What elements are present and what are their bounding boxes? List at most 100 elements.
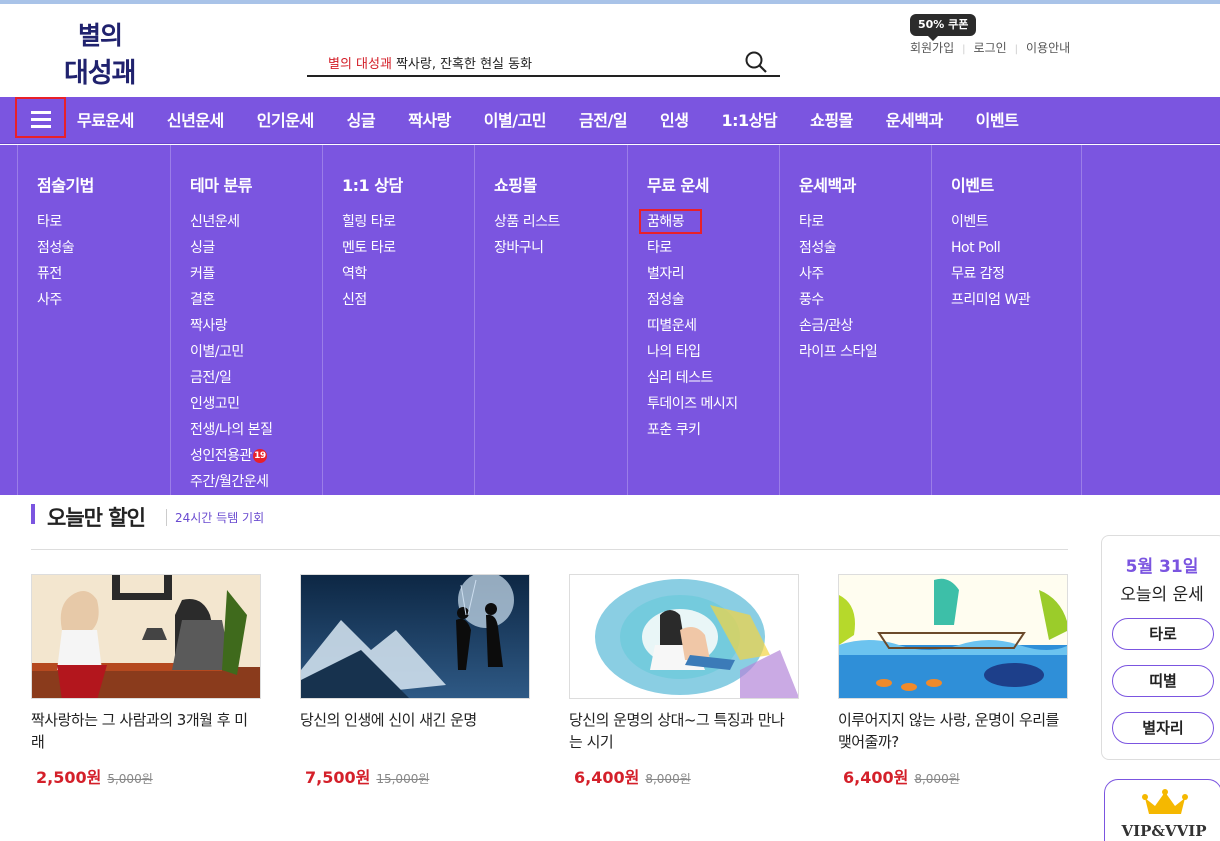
mega-menu-item[interactable]: 타로 [799,209,877,235]
mega-menu-item[interactable]: 별자리 [647,261,738,287]
nav-item[interactable]: 운세백과 [886,97,943,144]
mega-column: 이벤트 이벤트 Hot Poll 무료 감정 프리미엄 W관 [931,145,1082,495]
product-thumbnail[interactable] [300,574,530,699]
vip-label: VIP&VVIP [1121,822,1207,840]
mega-menu-item[interactable]: 인생고민 [190,391,272,417]
mega-menu-item[interactable]: 심리 테스트 [647,365,738,391]
search-keyword[interactable]: 별의 대성괘 짝사랑, 잔혹한 현실 동화 [328,53,532,72]
mega-menu-item[interactable]: 타로 [647,235,738,261]
mega-column: 쇼핑몰 상품 리스트 장바구니 [474,145,627,495]
mega-column-title[interactable]: 1:1 상담 [342,172,403,196]
mega-menu-item[interactable]: 전생/나의 본질 [190,417,273,443]
product-thumbnail[interactable] [569,574,799,699]
mega-menu-item[interactable]: 신점 [342,287,395,313]
mega-menu-item[interactable]: 나의 타입 [647,339,738,365]
nav-item[interactable]: 무료운세 [77,97,134,144]
adult-19-badge-icon: 19 [252,449,267,463]
product-title[interactable]: 이루어지지 않는 사랑, 운명이 우리를 맺어줄까? [838,709,1063,753]
zodiac-animal-button[interactable]: 띠별 [1112,665,1214,697]
mega-menu-item[interactable]: 사주 [799,261,877,287]
mega-column-title[interactable]: 점술기법 [37,172,94,196]
mega-menu-item[interactable]: 이벤트 [951,209,1030,235]
mega-menu-item[interactable]: 점성술 [647,287,738,313]
mega-column-title[interactable]: 쇼핑몰 [494,172,537,196]
nav-item[interactable]: 쇼핑몰 [810,97,853,144]
product-card[interactable]: 이루어지지 않는 사랑, 운명이 우리를 맺어줄까? 6,400원 8,000원 [838,574,1068,787]
mega-menu-item[interactable]: 짝사랑 [190,313,272,339]
hamburger-menu-icon[interactable] [15,97,66,138]
product-title[interactable]: 당신의 운명의 상대~그 특징과 만나는 시기 [569,709,794,753]
product-card[interactable]: 당신의 인생에 신이 새긴 운명 7,500원 15,000원 [300,574,530,787]
mega-menu-item[interactable]: 점성술 [799,235,877,261]
mega-column-title[interactable]: 테마 분류 [190,172,252,196]
mega-menu-item[interactable]: 이별/고민 [190,339,272,365]
product-title[interactable]: 짝사랑하는 그 사람과의 3개월 후 미래 [31,709,256,753]
mega-column: 테마 분류 신년운세 싱글 커플 결혼 짝사랑 이별/고민 금전/일 인생고민 … [170,145,322,495]
nav-item[interactable]: 금전/일 [579,97,628,144]
mega-menu-item[interactable]: 퓨전 [37,261,74,287]
product-thumbnail[interactable] [838,574,1068,699]
mega-menu-item[interactable]: 풍수 [799,287,877,313]
search-bar[interactable]: 별의 대성괘 짝사랑, 잔혹한 현실 동화 [307,47,780,77]
nav-item[interactable]: 인기운세 [257,97,314,144]
mega-menu-item[interactable]: 손금/관상 [799,313,877,339]
divider: | [962,44,966,55]
guide-link[interactable]: 이용안내 [1026,39,1070,56]
search-icon[interactable] [744,50,768,74]
vip-banner[interactable]: VIP&VVIP [1104,779,1220,841]
nav-item[interactable]: 이별/고민 [484,97,547,144]
nav-item[interactable]: 싱글 [347,97,376,144]
product-price: 6,400원 8,000원 [843,764,960,788]
search-keyword-text: 짝사랑, 잔혹한 현실 동화 [395,57,533,72]
product-thumbnail[interactable] [31,574,261,699]
mega-menu-item[interactable]: 금전/일 [190,365,272,391]
sale-price: 6,400원 [574,768,640,787]
mega-menu-item[interactable]: 라이프 스타일 [799,339,878,365]
tarot-button[interactable]: 타로 [1112,618,1214,650]
mega-menu-item[interactable]: 사주 [37,287,74,313]
mega-menu-item[interactable]: 신년운세 [190,209,272,235]
mega-menu-item[interactable]: 주간/월간운세 [190,469,272,495]
mega-menu-item-highlighted[interactable]: 꿈해몽 [639,209,738,235]
mega-menu-item[interactable]: 힐링 타로 [342,209,396,235]
coupon-badge[interactable]: 50% 쿠폰 [910,14,977,41]
original-price: 5,000원 [107,772,153,786]
mega-menu-item[interactable]: 무료 감정 [951,261,1030,287]
mega-menu-item-adult[interactable]: 성인전용관 19 [190,443,272,469]
mega-menu-item[interactable]: Hot Poll [951,235,1030,261]
mega-menu-item[interactable]: 투데이즈 메시지 [647,391,738,417]
product-card[interactable]: 짝사랑하는 그 사람과의 3개월 후 미래 2,500원 5,000원 [31,574,261,787]
product-price: 7,500원 15,000원 [305,764,429,788]
mega-column-title[interactable]: 운세백과 [799,172,856,196]
mega-column-title[interactable]: 무료 운세 [647,172,709,196]
site-header: 별의 대성괘 별의 대성괘 짝사랑, 잔혹한 현실 동화 50% 쿠폰 회원가입 |… [0,4,1220,97]
nav-item[interactable]: 신년운세 [167,97,224,144]
login-link[interactable]: 로그인 [974,39,1007,56]
mega-menu-item[interactable]: 커플 [190,261,272,287]
mega-column-title[interactable]: 이벤트 [951,172,994,196]
mega-menu-item[interactable]: 결혼 [190,287,272,313]
mega-menu-item[interactable]: 상품 리스트 [494,209,560,235]
today-fortune-widget: 5월 31일 오늘의 운세 타로 띠별 별자리 [1101,535,1220,760]
mega-column: 무료 운세 꿈해몽 타로 별자리 점성술 띠별운세 나의 타입 심리 테스트 투… [627,145,779,495]
site-logo[interactable]: 별의 대성괘 [62,16,146,89]
nav-item[interactable]: 짝사랑 [408,97,451,144]
original-price: 15,000원 [376,772,430,786]
nav-item[interactable]: 이벤트 [976,97,1019,144]
mega-menu-item[interactable]: 역학 [342,261,395,287]
mega-menu-item[interactable]: 띠별운세 [647,313,738,339]
nav-item[interactable]: 1:1상담 [722,97,778,144]
constellation-button[interactable]: 별자리 [1112,712,1214,744]
product-title[interactable]: 당신의 인생에 신이 새긴 운명 [300,709,525,731]
product-card[interactable]: 당신의 운명의 상대~그 특징과 만나는 시기 6,400원 8,000원 [569,574,799,787]
mega-menu-item[interactable]: 멘토 타로 [342,235,396,261]
mega-menu-item[interactable]: 장바구니 [494,235,560,261]
mega-menu-item[interactable]: 싱글 [190,235,272,261]
mega-menu-item[interactable]: 프리미엄 W관 [951,287,1031,313]
logo-line1: 별의 [78,21,123,50]
mega-menu-item[interactable]: 포춘 쿠키 [647,417,738,443]
mega-menu-item[interactable]: 타로 [37,209,74,235]
join-link[interactable]: 회원가입 [910,39,954,56]
nav-item[interactable]: 인생 [660,97,689,144]
mega-menu-item[interactable]: 점성술 [37,235,75,261]
